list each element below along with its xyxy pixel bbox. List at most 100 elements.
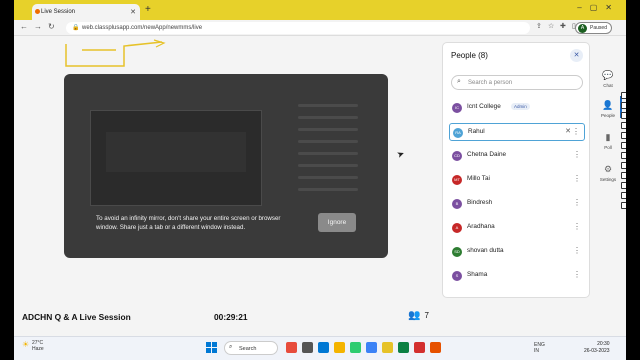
person-name: Chetna Daine [467, 151, 507, 158]
avatar: CD [452, 151, 462, 161]
list-item[interactable]: B Bindresh ⋮ [449, 195, 585, 213]
forward-icon[interactable]: → [34, 22, 42, 31]
person-name: Shama [467, 271, 488, 278]
address-bar-row: ← → ↻ 🔒 web.classplusapp.com/newApp/newm… [14, 20, 626, 36]
lock-icon: 🔒 [72, 25, 80, 31]
list-item[interactable]: IC Icnt College Admin [449, 99, 585, 117]
region: IN [534, 348, 539, 354]
role-badge: Admin [511, 103, 530, 110]
people-panel: People (8) ✕ ⌕ Search a person IC Icnt Co… [442, 42, 590, 298]
reload-icon[interactable]: ↻ [48, 22, 55, 31]
rail-poll-label: Poll [604, 145, 612, 150]
app-icon[interactable] [286, 342, 297, 353]
participant-count[interactable]: 👥 7 [408, 310, 429, 321]
more-options-icon[interactable]: ⋮ [573, 246, 581, 255]
app-icon[interactable] [366, 342, 377, 353]
profile-button[interactable]: A Paused [575, 22, 612, 34]
person-name: Icnt College [467, 103, 501, 110]
rail-chat[interactable]: 💬 Chat [596, 70, 620, 88]
rail-chat-label: Chat [603, 83, 613, 88]
new-tab-icon[interactable]: + [145, 4, 151, 15]
list-item[interactable]: MT Millo Tai ⋮ [449, 171, 585, 189]
stage: To avoid an infinity mirror, don't share… [14, 36, 440, 296]
more-options-icon[interactable]: ⋮ [572, 127, 580, 136]
gear-icon: ⚙ [603, 164, 613, 174]
start-button[interactable] [206, 342, 217, 353]
language-indicator[interactable]: ENG IN [534, 342, 545, 354]
search-icon: ⌕ [229, 344, 233, 350]
time: 20:30 [597, 341, 610, 347]
person-name: shovan dutta [467, 247, 504, 254]
screen: Live Session ✕ + –▢✕ ← → ↻ 🔒 web.classpl… [14, 0, 626, 360]
session-timer: 00:29:21 [214, 312, 248, 322]
session-title: ADCHN Q & A Live Session [22, 312, 131, 322]
search-icon: ⌕ [457, 78, 461, 85]
chat-icon: 💬 [602, 70, 614, 80]
window-controls[interactable]: –▢✕ [577, 3, 620, 12]
browser-tab[interactable]: Live Session ✕ [32, 4, 140, 20]
list-item[interactable]: A Aradhana ⋮ [449, 219, 585, 237]
profile-status: Paused [590, 25, 607, 31]
more-options-icon[interactable]: ⋮ [573, 270, 581, 279]
url-text: web.classplusapp.com/newApp/newmms/live [82, 25, 203, 31]
person-name: Bindresh [467, 199, 493, 206]
date: 26-03-2023 [584, 348, 610, 354]
windows-taskbar: ☀ 27°C Haze ⌕ Search ENG IN 20:30 26-03-… [14, 336, 626, 360]
tab-title: Live Session [41, 9, 76, 15]
list-item[interactable]: S Shama ⋮ [449, 267, 585, 285]
more-options-icon[interactable]: ⋮ [573, 150, 581, 159]
app-icon[interactable] [318, 342, 329, 353]
avatar: B [452, 199, 462, 209]
list-item[interactable]: RA Rahul ✕ ⋮ [449, 123, 585, 141]
back-icon[interactable]: ← [20, 22, 28, 31]
more-options-icon[interactable]: ⋮ [573, 174, 581, 183]
list-item[interactable]: CD Chetna Daine ⋮ [449, 147, 585, 165]
app-icon[interactable] [414, 342, 425, 353]
annotation-toolbar[interactable] [621, 92, 626, 232]
person-name: Aradhana [467, 223, 495, 230]
app-icon[interactable] [350, 342, 361, 353]
folder-icon[interactable] [334, 342, 345, 353]
more-options-icon[interactable]: ⋮ [573, 222, 581, 231]
mirror-preview-inner [106, 132, 246, 172]
app-icon[interactable] [430, 342, 441, 353]
screen-share-warning-dialog: To avoid an infinity mirror, don't share… [64, 74, 388, 258]
rail-poll[interactable]: ▮ Poll [596, 132, 620, 150]
app-icon[interactable] [398, 342, 409, 353]
star-icon[interactable]: ☆ [548, 22, 554, 30]
taskbar-search[interactable]: ⌕ Search [224, 341, 278, 355]
search-placeholder: Search a person [468, 80, 513, 86]
avatar: A [578, 24, 588, 33]
ignore-button[interactable]: Ignore [318, 213, 356, 232]
search-input[interactable]: ⌕ Search a person [451, 75, 583, 90]
list-item[interactable]: SD shovan dutta ⋮ [449, 243, 585, 261]
rail-people-label: People [600, 113, 615, 118]
participant-count-value: 7 [424, 311, 429, 320]
rail-settings[interactable]: ⚙ Settings [596, 164, 620, 182]
extensions-icon[interactable]: ✚ [560, 22, 566, 30]
avatar: S [452, 271, 462, 281]
mouse-cursor-icon: ➤ [395, 148, 406, 161]
people-icon: 👥 [408, 310, 421, 321]
share-icon[interactable]: ⇪ [536, 22, 542, 30]
app-icon[interactable] [302, 342, 313, 353]
person-name: Rahul [468, 128, 485, 135]
person-icon: 👤 [602, 100, 614, 110]
url-field[interactable]: 🔒 web.classplusapp.com/newApp/newmms/liv… [66, 22, 530, 34]
rail-people[interactable]: 👤 People [596, 100, 620, 118]
more-options-icon[interactable]: ⋮ [573, 198, 581, 207]
person-name: Millo Tai [467, 175, 490, 182]
whiteboard-scribble [65, 39, 166, 67]
dialog-message: To avoid an infinity mirror, don't share… [96, 215, 281, 231]
browser-tab-bar: Live Session ✕ + –▢✕ [14, 0, 626, 20]
taskbar-search-label: Search [239, 346, 257, 352]
sun-icon: ☀ [22, 340, 30, 349]
poll-icon: ▮ [605, 132, 611, 142]
close-icon[interactable]: ✕ [570, 49, 583, 62]
weather-desc: Haze [32, 346, 44, 352]
clock[interactable]: 20:30 26-03-2023 [584, 341, 610, 355]
chrome-icon[interactable] [382, 342, 393, 353]
remove-icon[interactable]: ✕ [565, 127, 571, 135]
avatar: IC [452, 103, 462, 113]
tab-close-icon[interactable]: ✕ [130, 8, 136, 16]
